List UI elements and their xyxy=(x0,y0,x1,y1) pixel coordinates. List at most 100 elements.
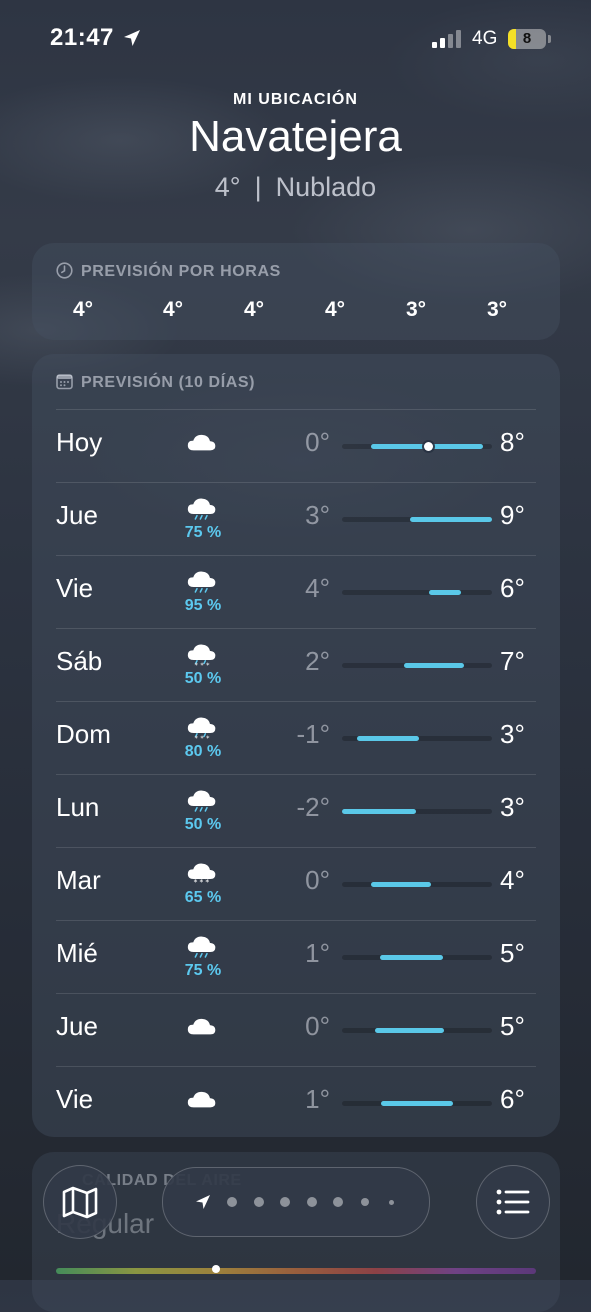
temp-range-bar xyxy=(342,663,492,668)
temp-range-bar xyxy=(342,736,492,741)
daily-row[interactable]: Jue 0° 5° xyxy=(32,993,560,1066)
daily-title: PREVISIÓN (10 DÍAS) xyxy=(81,374,256,391)
low-temp: -2° xyxy=(296,792,330,822)
page-dot[interactable] xyxy=(253,1197,264,1207)
network-type: 4G xyxy=(472,28,498,49)
precip-probability: 65 % xyxy=(184,889,222,906)
cloud-rain-icon xyxy=(187,571,216,593)
page-dot[interactable] xyxy=(388,1199,394,1205)
daily-row[interactable]: Mar * * * 65 % 0° 4° xyxy=(32,847,560,920)
day-name: Lun xyxy=(56,792,100,822)
page-dot[interactable] xyxy=(280,1197,290,1207)
city-name: Navatejera xyxy=(189,112,402,161)
high-temp: 3° xyxy=(500,792,525,822)
status-time: 21:47 xyxy=(50,24,114,51)
precip-probability: 50 % xyxy=(184,816,222,833)
svg-text:*: * xyxy=(195,662,199,670)
temp-range-fill xyxy=(409,517,492,522)
temp-range-bar xyxy=(342,955,492,960)
high-temp: 6° xyxy=(500,1084,525,1114)
cloud-rain-icon xyxy=(187,498,216,520)
temp-range-bar xyxy=(342,1028,492,1033)
daily-row[interactable]: Vie 95 % 4° 6° xyxy=(32,555,560,628)
svg-text:*: * xyxy=(200,878,204,887)
precip-probability: 50 % xyxy=(184,670,222,687)
battery-tip xyxy=(548,35,551,43)
temp-range-bar xyxy=(342,442,492,451)
hour-temp: 4° xyxy=(324,298,346,321)
temp-range-fill xyxy=(342,809,416,814)
day-name: Jue xyxy=(56,500,98,530)
high-temp: 3° xyxy=(500,719,525,749)
hourly-title-row: PREVISIÓN POR HORAS xyxy=(56,262,281,281)
svg-text:*: * xyxy=(205,878,209,887)
low-temp: 0° xyxy=(305,1011,330,1041)
day-name: Vie xyxy=(56,573,94,603)
calendar-icon xyxy=(56,374,73,390)
svg-text:*: * xyxy=(195,735,199,743)
daily-forecast-card: PREVISIÓN (10 DÍAS) Hoy 0° 8° Jue 75 % 3° 9° Vi… xyxy=(32,354,560,1137)
cloud-sleet-icon: * * * xyxy=(187,717,216,743)
svg-text:*: * xyxy=(194,878,198,887)
locations-list-button[interactable] xyxy=(476,1165,550,1239)
daily-row[interactable]: Dom * * * 80 % -1° 3° xyxy=(32,701,560,774)
map-button[interactable] xyxy=(43,1165,117,1239)
battery-level: 8 xyxy=(522,30,532,47)
air-quality-scale xyxy=(56,1268,536,1274)
hour-temp: 3° xyxy=(486,298,508,321)
current-conditions: 4° | Nublado xyxy=(0,172,591,203)
day-name: Dom xyxy=(56,719,111,749)
day-name: Vie xyxy=(56,1084,94,1114)
daily-row[interactable]: Jue 75 % 3° 9° xyxy=(32,482,560,555)
location-label: MI UBICACIÓN xyxy=(233,91,358,108)
high-temp: 6° xyxy=(500,573,525,603)
temp-range-bar xyxy=(342,590,492,595)
hourly-forecast-card[interactable]: PREVISIÓN POR HORAS 4° 4° 4° 4° 3° 3° xyxy=(32,243,560,340)
hour-temp: 4° xyxy=(72,298,94,321)
low-temp: 1° xyxy=(305,1084,330,1114)
current-location-icon xyxy=(196,1195,210,1209)
daily-row[interactable]: Lun 50 % -2° 3° xyxy=(32,774,560,847)
precip-probability: 75 % xyxy=(184,524,222,541)
precip-probability: 95 % xyxy=(184,597,222,614)
list-icon xyxy=(496,1189,530,1215)
temp-range-fill xyxy=(381,1101,453,1106)
day-name: Mié xyxy=(56,938,98,968)
hour-temp: 3° xyxy=(405,298,427,321)
condition-text: Nublado xyxy=(275,172,377,202)
daily-title-row: PREVISIÓN (10 DÍAS) xyxy=(56,373,255,392)
daily-row[interactable]: Sáb * * * 50 % 2° 7° xyxy=(32,628,560,701)
day-name: Jue xyxy=(56,1011,98,1041)
svg-text:*: * xyxy=(206,662,210,670)
low-temp: 1° xyxy=(305,938,330,968)
cloud-icon xyxy=(187,1018,216,1035)
cloud-icon xyxy=(187,434,216,451)
day-name: Mar xyxy=(56,865,101,895)
page-dot[interactable] xyxy=(227,1197,237,1207)
daily-row[interactable]: Hoy 0° 8° xyxy=(32,409,560,482)
clock-icon xyxy=(56,262,73,279)
page-dot[interactable] xyxy=(306,1197,317,1207)
battery-icon: 8 xyxy=(508,29,546,49)
high-temp: 8° xyxy=(500,427,525,457)
temp-range-fill xyxy=(375,1028,444,1033)
cloud-icon xyxy=(187,1091,216,1108)
hourly-temps: 4° 4° 4° 4° 3° 3° xyxy=(32,298,560,328)
low-temp: 0° xyxy=(305,427,330,457)
low-temp: 2° xyxy=(305,646,330,676)
current-temp-marker xyxy=(423,442,433,451)
high-temp: 4° xyxy=(500,865,525,895)
daily-row[interactable]: Vie 1° 6° xyxy=(32,1066,560,1139)
daily-row[interactable]: Mié 75 % 1° 5° xyxy=(32,920,560,993)
current-temperature: 4° xyxy=(214,172,241,202)
page-dot[interactable] xyxy=(360,1198,369,1206)
high-temp: 7° xyxy=(500,646,525,676)
location-pager[interactable] xyxy=(162,1167,430,1237)
location-arrow-icon xyxy=(124,30,140,46)
hour-temp: 4° xyxy=(162,298,184,321)
page-dot[interactable] xyxy=(333,1197,343,1207)
precip-probability: 75 % xyxy=(184,962,222,979)
low-temp: 0° xyxy=(305,865,330,895)
temp-range-fill xyxy=(357,736,419,741)
temp-range-bar xyxy=(342,517,492,522)
